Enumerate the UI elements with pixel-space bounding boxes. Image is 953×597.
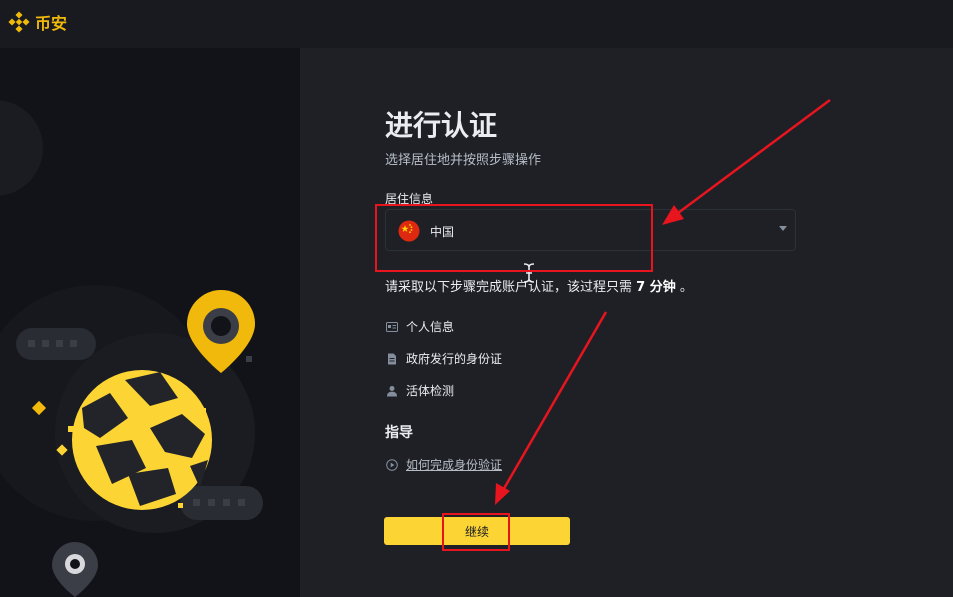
annotation-arrow-top [673,98,831,218]
annotation-arrowhead-bottom [495,483,510,505]
annotation-arrowhead-top [662,205,684,225]
annotation-arrows [495,98,831,505]
annotation-arrow-bottom [500,311,608,493]
